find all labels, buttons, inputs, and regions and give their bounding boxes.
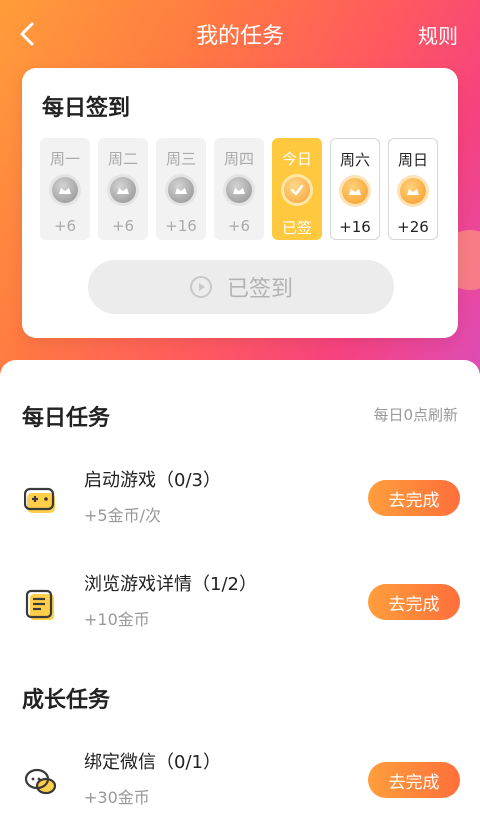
task-item: 启动游戏（0/3） +5金币/次 去完成 [0,462,480,542]
chat-bubbles-icon [24,768,57,795]
coin-icon [342,178,368,204]
day-label: 周三 [165,150,196,168]
day-reward: +16 [339,218,371,236]
coin-icon [168,177,194,203]
task-panel: 每日任务 每日0点刷新 启动游戏（0/3） +5金币/次 去完成 浏览游戏详情（… [0,360,480,822]
coin-icon [52,177,78,203]
task-name: 浏览游戏详情（1/2） [84,574,257,595]
signin-days: 周一 +6 周二 +6 周三 +16 周四 +6 今日 已签 周六 +16 周日… [40,138,442,240]
day-reward: +6 [227,217,251,235]
growth-tasks-title: 成长任务 [22,688,111,713]
task-reward: +10金币 [84,610,150,629]
signin-day-today: 今日 已签 [272,138,322,240]
coin-icon [226,177,252,203]
coin-icon [110,177,136,203]
daily-tasks-title: 每日任务 [22,406,111,431]
task-item: 绑定微信（0/1） +30金币 去完成 [0,744,480,822]
signin-day: 周日 +26 [388,138,438,240]
day-reward: +26 [397,218,429,236]
day-label: 周二 [107,150,138,168]
daily-signin-card: 每日签到 周一 +6 周二 +6 周三 +16 周四 +6 今日 已签 周六 +… [22,68,458,338]
refresh-note: 每日0点刷新 [373,406,458,424]
play-circle-icon [189,276,212,298]
rules-link[interactable]: 规则 [418,20,458,49]
gamepad-icon [24,487,55,513]
go-complete-button[interactable]: 去完成 [368,480,460,516]
checkmark-coin-icon [284,177,310,203]
task-reward: +30金币 [84,788,150,807]
go-complete-button[interactable]: 去完成 [368,584,460,620]
signin-day: 周三 +16 [156,138,206,240]
signin-day: 周二 +6 [98,138,148,240]
day-reward: +6 [53,217,77,235]
page-title: 我的任务 [195,24,284,49]
signin-title: 每日签到 [42,96,131,121]
top-bar: 我的任务 规则 [0,0,480,70]
day-reward: 已签 [281,219,312,237]
go-complete-button[interactable]: 去完成 [368,762,460,798]
task-name: 启动游戏（0/3） [84,470,221,491]
signin-day: 周一 +6 [40,138,90,240]
signin-day: 周四 +6 [214,138,264,240]
day-reward: +6 [111,217,135,235]
signed-in-button[interactable]: 已签到 [88,260,394,314]
task-name: 绑定微信（0/1） [84,752,221,773]
day-label: 周一 [49,150,80,168]
day-label: 今日 [281,150,312,168]
day-label: 周六 [339,151,370,169]
day-label: 周四 [223,150,254,168]
document-icon [25,589,54,620]
day-label: 周日 [397,151,428,169]
task-reward: +5金币/次 [84,506,161,525]
signed-in-button-label: 已签到 [226,277,293,302]
task-item: 浏览游戏详情（1/2） +10金币 去完成 [0,566,480,646]
coin-icon [400,178,426,204]
signin-day: 周六 +16 [330,138,380,240]
day-reward: +16 [165,217,197,235]
